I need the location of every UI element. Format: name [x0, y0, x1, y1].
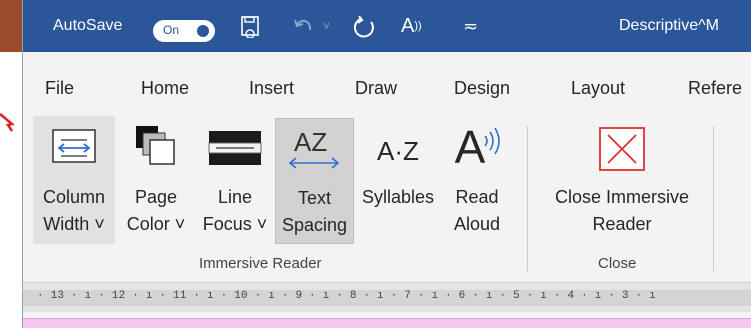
group-label-immersive-reader: Immersive Reader	[199, 255, 322, 272]
page-color-label-1: Page	[134, 187, 178, 207]
page-color-button[interactable]: Page Color ˅	[118, 116, 194, 244]
word-window: AutoSave On ˅ A)) ≂ Descriptive^M File H…	[22, 0, 751, 328]
line-focus-label-2: Focus ˅	[202, 214, 268, 234]
text-spacing-label-2: Spacing	[281, 215, 348, 235]
column-width-label-1: Column	[42, 187, 106, 207]
autosave-label: AutoSave	[53, 17, 123, 34]
background-window-titlebar	[0, 0, 22, 52]
autosave-toggle[interactable]: On	[153, 20, 215, 42]
group-separator	[713, 126, 714, 271]
redo-icon[interactable]	[353, 16, 377, 38]
close-label-2: Reader	[592, 214, 652, 234]
line-focus-button[interactable]: Line Focus ˅	[196, 116, 274, 244]
tab-draw[interactable]: Draw	[355, 78, 397, 99]
tab-insert[interactable]: Insert	[249, 78, 294, 99]
document-page[interactable]	[23, 318, 751, 328]
group-separator	[527, 126, 528, 271]
column-width-icon	[52, 129, 96, 163]
read-aloud-button[interactable]: A Read Aloud	[443, 116, 511, 244]
syllables-icon: A·Z	[377, 136, 419, 166]
text-spacing-label-1: Text	[297, 188, 331, 208]
red-arrow-icon	[0, 113, 15, 132]
title-bar: AutoSave On ˅ A)) ≂ Descriptive^M	[23, 0, 751, 52]
tab-design[interactable]: Design	[454, 78, 510, 99]
read-aloud-label-2: Aloud	[453, 214, 501, 234]
close-immersive-reader-button[interactable]: Close Immersive Reader	[537, 116, 707, 244]
page-color-icon	[136, 126, 175, 165]
tab-file[interactable]: File	[45, 78, 74, 99]
tab-layout[interactable]: Layout	[571, 78, 625, 99]
svg-text:AZ: AZ	[294, 127, 327, 157]
text-spacing-icon: AZ	[288, 127, 340, 169]
read-aloud-label-1: Read	[455, 187, 499, 207]
autosave-state: On	[163, 23, 180, 37]
syllables-label: Syllables	[361, 187, 435, 207]
page-color-label-2: Color ˅	[126, 214, 186, 234]
close-icon	[599, 127, 645, 171]
close-label-1: Close Immersive	[554, 187, 690, 207]
left-window-edge	[0, 0, 22, 328]
ruler-numbers: · 13 · ı · 12 · ı · 11 · ı · 10 · ı · 9 …	[37, 290, 656, 302]
undo-dropdown-icon[interactable]: ˅	[323, 0, 330, 52]
ribbon-tabs: File Home Insert Draw Design Layout Refe…	[23, 52, 751, 104]
ruler[interactable]: · 13 · ı · 12 · ı · 11 · ı · 10 · ı · 9 …	[23, 282, 751, 312]
column-width-button[interactable]: Column Width ˅	[33, 116, 115, 244]
read-aloud-icon[interactable]: A))	[401, 0, 422, 52]
line-focus-icon	[208, 131, 262, 165]
undo-icon[interactable]	[293, 16, 317, 38]
syllables-button[interactable]: A·Z Syllables	[356, 116, 440, 244]
column-width-label-2: Width ˅	[43, 214, 105, 234]
group-label-close: Close	[598, 255, 637, 272]
save-icon[interactable]	[241, 16, 261, 38]
tab-home[interactable]: Home	[141, 78, 189, 99]
toggle-knob	[197, 25, 209, 37]
document-title: Descriptive^M	[619, 17, 719, 34]
customize-icon[interactable]: ≂	[463, 0, 478, 52]
text-spacing-button[interactable]: AZ Text Spacing	[275, 118, 354, 244]
line-focus-label-1: Line	[217, 187, 253, 207]
sound-waves-icon	[484, 127, 500, 155]
tab-references[interactable]: Refere	[688, 78, 742, 99]
